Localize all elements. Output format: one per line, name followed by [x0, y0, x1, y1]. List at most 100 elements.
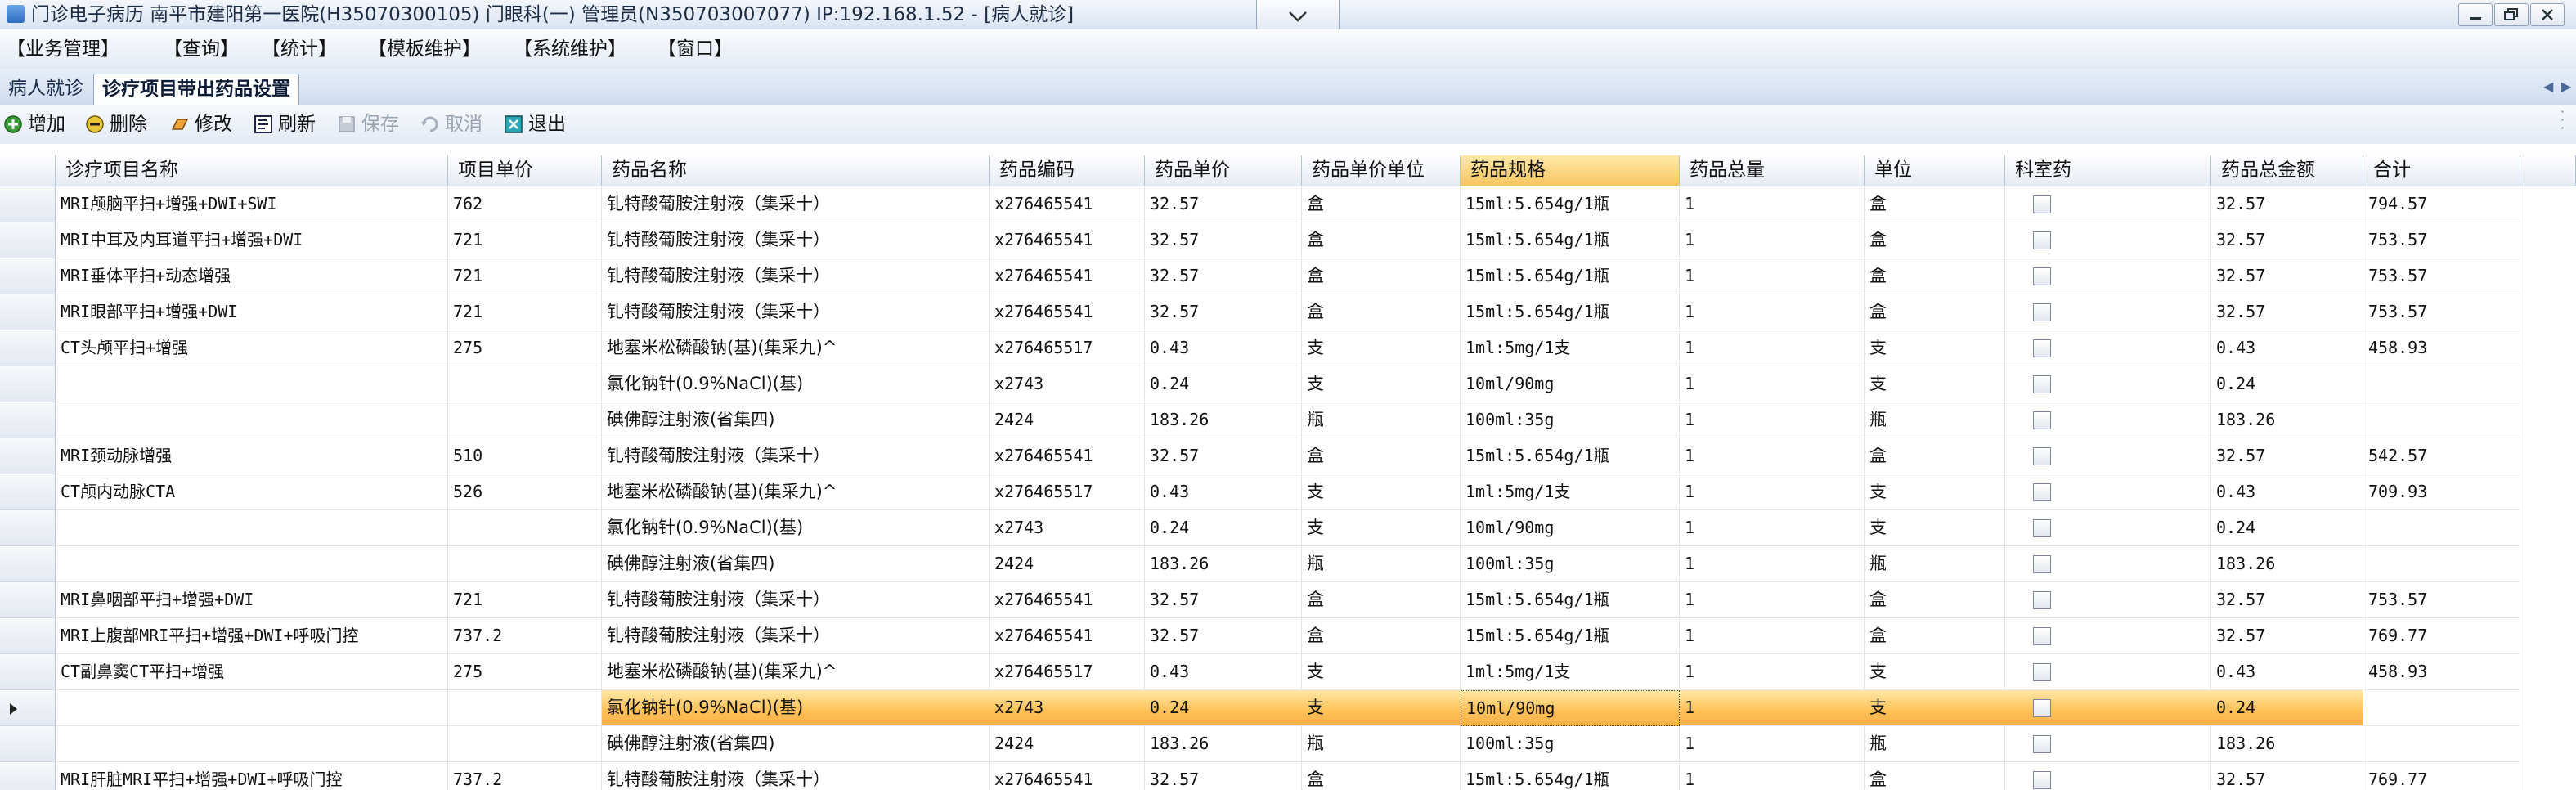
dept-drug-checkbox[interactable]	[2033, 519, 2051, 537]
cell-total[interactable]	[2363, 726, 2520, 762]
column-header-drug-spec[interactable]: 药品规格	[1461, 155, 1680, 186]
row-header[interactable]	[0, 654, 56, 690]
cell-drug-name[interactable]: 碘佛醇注射液(省集四)	[602, 402, 990, 438]
row-header[interactable]	[0, 510, 56, 546]
menu-business[interactable]: 【业务管理】	[7, 38, 119, 61]
cell-project-name[interactable]: MRI肝脏MRI平扫+增强+DWI+呼吸门控	[56, 762, 448, 790]
dept-drug-checkbox[interactable]	[2033, 555, 2051, 573]
cell-drug-qty[interactable]: 1	[1680, 330, 1865, 366]
cell-drug-amount[interactable]: 183.26	[2211, 546, 2363, 582]
cell-unit[interactable]: 支	[1865, 366, 2005, 402]
cell-drug-code[interactable]: x2743	[990, 510, 1145, 546]
cell-drug-amount[interactable]: 32.57	[2211, 222, 2363, 258]
cell-dept-drug[interactable]	[2005, 654, 2211, 690]
cell-project-name[interactable]: CT副鼻窦CT平扫+增强	[56, 654, 448, 690]
cell-dept-drug[interactable]	[2005, 330, 2211, 366]
cell-drug-unit-price[interactable]: 183.26	[1145, 546, 1302, 582]
cell-drug-price-unit[interactable]: 盒	[1302, 438, 1461, 474]
dept-drug-checkbox[interactable]	[2033, 591, 2051, 609]
cell-drug-unit-price[interactable]: 32.57	[1145, 762, 1302, 790]
cell-drug-spec[interactable]: 15ml:5.654g/1瓶	[1461, 762, 1680, 790]
cell-drug-qty[interactable]: 1	[1680, 438, 1865, 474]
cell-total[interactable]: 769.77	[2363, 762, 2520, 790]
cell-unit[interactable]: 瓶	[1865, 546, 2005, 582]
cell-drug-code[interactable]: x276465541	[990, 762, 1145, 790]
row-header[interactable]	[0, 726, 56, 762]
row-header[interactable]	[0, 618, 56, 654]
cell-project-price[interactable]: 721	[448, 222, 602, 258]
cell-project-price[interactable]: 737.2	[448, 762, 602, 790]
cell-drug-qty[interactable]: 1	[1680, 366, 1865, 402]
cell-drug-unit-price[interactable]: 0.43	[1145, 474, 1302, 510]
cell-drug-qty[interactable]: 1	[1680, 186, 1865, 222]
cell-drug-spec[interactable]: 15ml:5.654g/1瓶	[1461, 582, 1680, 618]
tab-drug-settings[interactable]: 诊疗项目带出药品设置	[93, 74, 299, 105]
cell-dept-drug[interactable]	[2005, 438, 2211, 474]
column-header-project-price[interactable]: 项目单价	[448, 155, 602, 186]
row-header[interactable]	[0, 366, 56, 402]
cell-drug-amount[interactable]: 0.43	[2211, 654, 2363, 690]
column-header-total[interactable]: 合计	[2363, 155, 2520, 186]
row-header[interactable]	[0, 258, 56, 294]
cell-drug-price-unit[interactable]: 盒	[1302, 762, 1461, 790]
cell-drug-price-unit[interactable]: 支	[1302, 366, 1461, 402]
cell-dept-drug[interactable]	[2005, 258, 2211, 294]
cell-drug-qty[interactable]: 1	[1680, 222, 1865, 258]
cell-dept-drug[interactable]	[2005, 186, 2211, 222]
cell-unit[interactable]: 瓶	[1865, 402, 2005, 438]
cell-drug-qty[interactable]: 1	[1680, 402, 1865, 438]
cell-drug-amount[interactable]: 32.57	[2211, 186, 2363, 222]
cell-drug-amount[interactable]: 32.57	[2211, 582, 2363, 618]
dept-drug-checkbox[interactable]	[2033, 483, 2051, 501]
cell-project-name[interactable]	[56, 402, 448, 438]
column-header-unit[interactable]: 单位	[1865, 155, 2005, 186]
dept-drug-checkbox[interactable]	[2033, 735, 2051, 753]
cell-dept-drug[interactable]	[2005, 618, 2211, 654]
cell-project-name[interactable]: MRI垂体平扫+动态增强	[56, 258, 448, 294]
cell-drug-unit-price[interactable]: 0.43	[1145, 330, 1302, 366]
cell-drug-code[interactable]: x276465517	[990, 474, 1145, 510]
cell-project-price[interactable]: 721	[448, 294, 602, 330]
cell-drug-qty[interactable]: 1	[1680, 654, 1865, 690]
cell-drug-unit-price[interactable]: 32.57	[1145, 438, 1302, 474]
cell-drug-spec[interactable]: 15ml:5.654g/1瓶	[1461, 438, 1680, 474]
cell-drug-amount[interactable]: 183.26	[2211, 402, 2363, 438]
cell-drug-code[interactable]: 2424	[990, 402, 1145, 438]
cell-drug-code[interactable]: x276465541	[990, 438, 1145, 474]
cell-project-name[interactable]	[56, 690, 448, 726]
cell-drug-unit-price[interactable]: 32.57	[1145, 618, 1302, 654]
cell-drug-amount[interactable]: 0.24	[2211, 510, 2363, 546]
row-header[interactable]	[0, 402, 56, 438]
cell-drug-unit-price[interactable]: 32.57	[1145, 186, 1302, 222]
cell-project-price[interactable]	[448, 402, 602, 438]
cell-project-price[interactable]: 721	[448, 258, 602, 294]
cell-drug-amount[interactable]: 0.43	[2211, 330, 2363, 366]
cell-project-price[interactable]: 275	[448, 654, 602, 690]
cell-drug-amount[interactable]: 0.43	[2211, 474, 2363, 510]
cell-total[interactable]	[2363, 510, 2520, 546]
dept-drug-checkbox[interactable]	[2033, 699, 2051, 717]
cell-total[interactable]: 794.57	[2363, 186, 2520, 222]
column-header-drug-amount[interactable]: 药品总金额	[2211, 155, 2363, 186]
cell-drug-qty[interactable]: 1	[1680, 258, 1865, 294]
cell-unit[interactable]: 支	[1865, 330, 2005, 366]
cell-drug-spec[interactable]: 15ml:5.654g/1瓶	[1461, 618, 1680, 654]
cell-drug-unit-price[interactable]: 32.57	[1145, 582, 1302, 618]
row-header[interactable]	[0, 294, 56, 330]
cell-drug-code[interactable]: x276465517	[990, 654, 1145, 690]
cell-drug-name[interactable]: 氯化钠针(0.9%NaCl)(基)	[602, 690, 990, 726]
cell-unit[interactable]: 盒	[1865, 438, 2005, 474]
cell-dept-drug[interactable]	[2005, 726, 2211, 762]
cell-project-price[interactable]: 737.2	[448, 618, 602, 654]
cell-drug-code[interactable]: x2743	[990, 366, 1145, 402]
cell-project-price[interactable]	[448, 726, 602, 762]
cell-drug-spec[interactable]: 100ml:35g	[1461, 402, 1680, 438]
cell-drug-name[interactable]: 氯化钠针(0.9%NaCl)(基)	[602, 366, 990, 402]
cell-total[interactable]	[2363, 402, 2520, 438]
column-header-drug-code[interactable]: 药品编码	[990, 155, 1145, 186]
minimize-button[interactable]	[2458, 3, 2493, 26]
cell-project-price[interactable]: 526	[448, 474, 602, 510]
cell-drug-name[interactable]: 钆特酸葡胺注射液（集采十）	[602, 258, 990, 294]
cell-drug-price-unit[interactable]: 支	[1302, 690, 1461, 726]
cell-drug-code[interactable]: x276465541	[990, 582, 1145, 618]
